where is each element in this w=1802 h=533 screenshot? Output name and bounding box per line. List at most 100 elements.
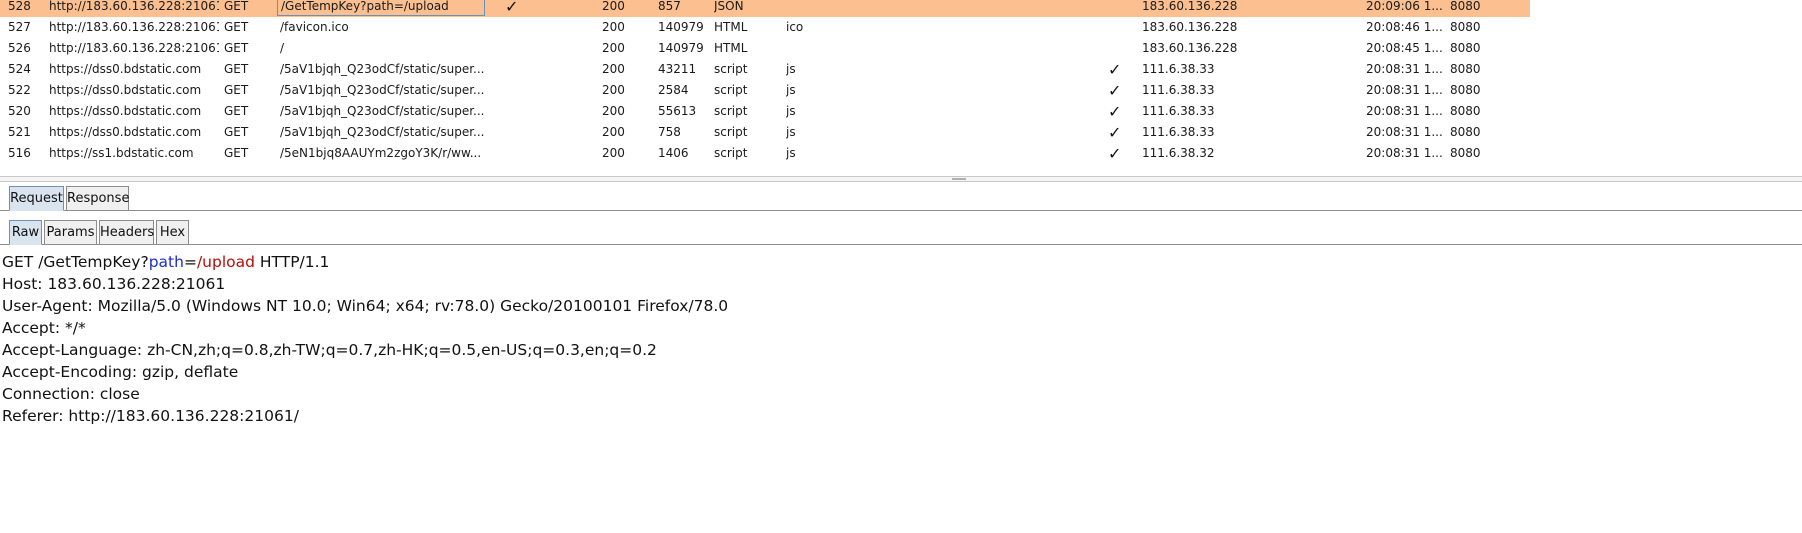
row-method: GET <box>224 125 249 139</box>
row-ip: 183.60.136.228 <box>1142 41 1238 55</box>
row-url: /5aV1bjqh_Q23odCf/static/super... <box>280 125 485 139</box>
header-accept-encoding: Accept-Encoding: gzip, deflate <box>2 363 239 381</box>
row-mime-type: script <box>714 125 748 139</box>
pane-splitter[interactable] <box>0 176 1802 182</box>
row-ssl-flag <box>1108 0 1128 17</box>
table-row[interactable]: 516 https://ss1.bdstatic.com GET/5eN1bjq8A… <box>0 143 1530 164</box>
row-time: 20:08:45 1... <box>1366 41 1443 55</box>
row-length: 140979 <box>658 20 704 34</box>
row-url: /GetTempKey?path=/upload <box>277 0 485 16</box>
row-length: 857 <box>658 0 681 13</box>
row-method: GET <box>224 20 249 34</box>
table-row[interactable]: 526 http://183.60.136.228:21061 GET / 200 140… <box>0 38 1530 59</box>
param-name: path <box>148 253 184 271</box>
table-row[interactable]: 524 https://dss0.bdstatic.com GET/5aV1bjqh… <box>0 59 1530 80</box>
row-method: GET <box>224 146 249 160</box>
header-accept-language: Accept-Language: zh-CN,zh;q=0.8,zh-TW;q=… <box>2 341 657 359</box>
row-length: 758 <box>658 125 681 139</box>
row-number: 524 <box>8 62 31 76</box>
row-method: GET <box>224 0 249 13</box>
row-extension: js <box>786 146 796 160</box>
row-ip: 183.60.136.228 <box>1142 0 1238 13</box>
message-tabbar: Request Response <box>0 184 1802 211</box>
row-host: https://dss0.bdstatic.com <box>49 62 202 76</box>
row-host: https://dss0.bdstatic.com <box>49 104 202 118</box>
row-port: 8080 <box>1450 41 1481 55</box>
row-url: /5eN1bjq8AAUYm2zgoY3K/r/ww... <box>280 146 482 160</box>
row-length: 43211 <box>658 62 697 76</box>
raw-request-editor[interactable]: GET /GetTempKey?path=/upload HTTP/1.1 Ho… <box>0 251 1802 533</box>
row-ip: 111.6.38.33 <box>1142 125 1215 139</box>
row-ssl-flag: ✓ <box>1108 81 1122 100</box>
header-accept: Accept: */* <box>2 319 86 337</box>
tab-hex[interactable]: Hex <box>156 220 189 245</box>
row-length: 140979 <box>658 41 704 55</box>
row-time: 20:09:06 1... <box>1366 0 1443 13</box>
row-url: /favicon.ico <box>280 20 349 34</box>
row-params-flag <box>505 17 525 38</box>
row-status: 200 <box>602 83 625 97</box>
table-row[interactable]: 528 http://183.60.136.228:21061 GET/GetTem… <box>0 0 1530 17</box>
header-referer: Referer: http://183.60.136.228:21061/ <box>2 407 299 425</box>
row-ssl-flag: ✓ <box>1108 123 1122 142</box>
header-user-agent: User-Agent: Mozilla/5.0 (Windows NT 10.0… <box>2 297 729 315</box>
table-row[interactable]: 521 https://dss0.bdstatic.com GET/5aV1bjqh… <box>0 122 1530 143</box>
row-url: /5aV1bjqh_Q23odCf/static/super... <box>280 62 485 76</box>
row-status: 200 <box>602 125 625 139</box>
row-number: 526 <box>8 41 31 55</box>
request-line: GET /GetTempKey?path=/upload HTTP/1.1 <box>2 253 330 271</box>
row-status: 200 <box>602 62 625 76</box>
row-ssl-flag <box>1108 17 1128 38</box>
tab-raw[interactable]: Raw <box>9 220 42 245</box>
table-row[interactable]: 522 https://dss0.bdstatic.com GET/5aV1bjqh… <box>0 80 1530 101</box>
row-ssl-flag: ✓ <box>1108 102 1122 121</box>
header-connection: Connection: close <box>2 385 140 403</box>
row-mime-type: script <box>714 83 748 97</box>
row-number: 516 <box>8 146 31 160</box>
row-time: 20:08:31 1... <box>1366 146 1443 160</box>
row-status: 200 <box>602 0 625 13</box>
row-length: 55613 <box>658 104 697 118</box>
row-mime-type: script <box>714 146 748 160</box>
view-tabbar: Raw Params Headers Hex <box>0 218 1802 245</box>
row-url: /5aV1bjqh_Q23odCf/static/super... <box>280 104 485 118</box>
row-ip: 111.6.38.33 <box>1142 62 1215 76</box>
row-extension: js <box>786 104 796 118</box>
row-number: 528 <box>8 0 31 13</box>
tab-response[interactable]: Response <box>66 186 129 211</box>
row-params-flag: ✓ <box>505 0 519 16</box>
row-method: GET <box>224 41 249 55</box>
tab-headers[interactable]: Headers <box>99 220 154 245</box>
header-host: Host: 183.60.136.228:21061 <box>2 275 226 293</box>
tab-request[interactable]: Request <box>9 186 64 211</box>
row-extension: js <box>786 62 796 76</box>
row-ip: 111.6.38.33 <box>1142 83 1215 97</box>
row-params-flag <box>505 143 525 164</box>
row-status: 200 <box>602 20 625 34</box>
row-time: 20:08:31 1... <box>1366 125 1443 139</box>
row-length: 2584 <box>658 83 689 97</box>
row-method: GET <box>224 83 249 97</box>
row-ip: 111.6.38.32 <box>1142 146 1215 160</box>
row-status: 200 <box>602 146 625 160</box>
row-host: http://183.60.136.228:21061 <box>49 0 219 13</box>
table-row[interactable]: 527 http://183.60.136.228:21061 GET/favico… <box>0 17 1530 38</box>
row-port: 8080 <box>1450 104 1481 118</box>
row-host: http://183.60.136.228:21061 <box>49 20 219 34</box>
row-port: 8080 <box>1450 20 1481 34</box>
row-port: 8080 <box>1450 62 1481 76</box>
row-number: 520 <box>8 104 31 118</box>
row-mime-type: script <box>714 62 748 76</box>
splitter-grip[interactable] <box>952 178 966 180</box>
row-ssl-flag: ✓ <box>1108 60 1122 79</box>
row-status: 200 <box>602 104 625 118</box>
tab-params[interactable]: Params <box>44 220 97 245</box>
row-port: 8080 <box>1450 146 1481 160</box>
param-value: /upload <box>196 253 255 271</box>
row-time: 20:08:46 1... <box>1366 20 1443 34</box>
table-row[interactable]: 520 https://dss0.bdstatic.com GET/5aV1bjqh… <box>0 101 1530 122</box>
row-status: 200 <box>602 41 625 55</box>
row-ssl-flag <box>1108 38 1128 59</box>
proxy-history-table[interactable]: 528 http://183.60.136.228:21061 GET/GetTem… <box>0 0 1530 174</box>
row-url: / <box>280 41 285 55</box>
